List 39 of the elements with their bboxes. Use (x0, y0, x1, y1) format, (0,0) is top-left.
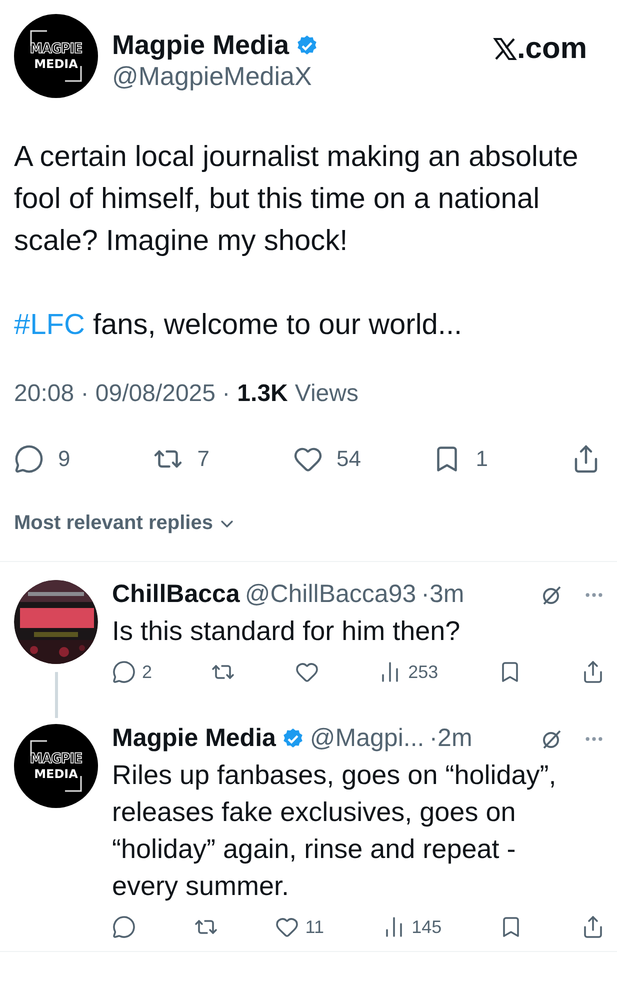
reply-handle: @Magpi... (310, 724, 424, 753)
reply-icon (112, 915, 136, 939)
post-timestamp: 20:08 · 09/08/2025 · (14, 380, 230, 408)
reply-button[interactable]: 2 (112, 660, 152, 684)
heart-icon (294, 660, 319, 684)
logo-text: MAGPIE (30, 41, 82, 57)
post-text: #LFC fans, welcome to our world... (14, 308, 464, 343)
sort-dropdown[interactable]: Most relevant replies (14, 512, 237, 535)
reply-button[interactable]: 9 (14, 444, 84, 474)
reply-text: Is this standard for him then? (112, 615, 462, 648)
author-handle: @MagpieMediaX (112, 61, 313, 92)
reply-time: ·3m (421, 580, 464, 609)
views-label: Views (294, 380, 358, 408)
author-name: Magpie Media (112, 30, 290, 61)
like-button[interactable]: 11 (275, 915, 324, 939)
reply-handle: @ChillBacca93 (244, 580, 416, 609)
bookmark-button[interactable]: 1 (432, 444, 502, 474)
reply-author-name: Magpie Media (112, 724, 276, 753)
reply-icon (14, 444, 44, 474)
reply-author-name: ChillBacca (112, 580, 240, 609)
logo-text: MEDIA (34, 767, 78, 781)
reply-time: ·2m (429, 724, 472, 753)
logo-text: MEDIA (34, 57, 78, 71)
x-logo-icon (492, 37, 517, 61)
corner-brackets-icon (30, 740, 82, 792)
views-count: 1.3K (237, 380, 288, 408)
corner-brackets-icon (30, 30, 82, 82)
reply-button[interactable] (112, 915, 136, 939)
logo-text: MAGPIE (30, 751, 82, 767)
views-button[interactable]: 145 (382, 915, 442, 939)
reply-text: Riles up fanbases, goes on “holiday”, releases fake exclusives, goes on “holiday” again, rinse and repeat - every summer. (112, 759, 558, 903)
heart-icon (275, 915, 300, 939)
reply-icon (112, 660, 136, 684)
site-name: .com (516, 32, 587, 66)
repost-button[interactable]: 7 (153, 444, 224, 474)
views-button[interactable]: 253 (378, 660, 438, 684)
post-text: A certain local journalist making an absolute fool of himself, but this time on a national scale? Imagine my shock! (14, 140, 580, 259)
like-button[interactable]: 54 (292, 444, 362, 474)
like-button[interactable] (294, 660, 319, 684)
